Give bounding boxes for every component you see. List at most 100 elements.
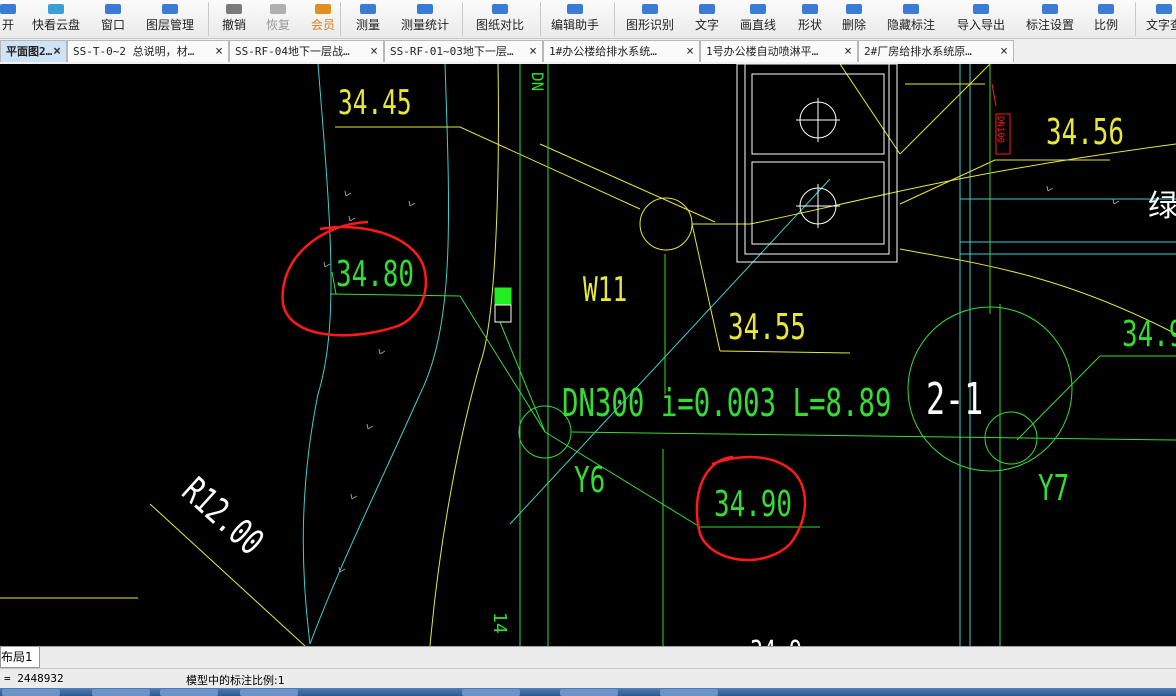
toolbar-button-label: 标注设置 — [1025, 18, 1075, 32]
toolbar-separator — [340, 2, 341, 36]
drawing-tab-label: SS-RF-01~03地下一层… — [390, 45, 514, 58]
undo-icon — [225, 4, 242, 14]
drawing-tab[interactable]: 平面图2… × — [0, 40, 67, 62]
scale-icon — [1097, 4, 1114, 14]
toolbar-button-open[interactable]: 开 — [0, 0, 16, 38]
green-leader-y6b — [459, 295, 546, 433]
taskbar-button[interactable] — [2, 689, 60, 696]
taskbar-button[interactable] — [560, 689, 618, 696]
close-icon[interactable]: × — [370, 41, 378, 62]
cad-drawing[interactable]: 34.45 34.56 34.80 34.55 34.90 34.9 34.9 … — [0, 64, 1176, 646]
toolbar-button-cloud[interactable]: 快看云盘 — [32, 0, 80, 38]
elev-label-bottom: 34.9 — [750, 636, 802, 646]
equipment-box-outer — [736, 64, 898, 263]
yellow-diag-top — [539, 143, 716, 223]
drawing-tab[interactable]: 2#厂房给排水系统原… × — [858, 40, 1014, 62]
toolbar-button-eraser[interactable]: 删除 — [842, 0, 866, 38]
toolbar-button-text[interactable]: 文字 — [695, 0, 719, 38]
toolbar-separator — [614, 2, 615, 36]
toolbar-button-label: 文字 — [694, 18, 720, 32]
toolbar-button-label: 开 — [1, 18, 14, 32]
toolbar-button-label: 快看云盘 — [31, 18, 81, 32]
toolbar-button-label: 撤销 — [221, 18, 247, 32]
yellow-leader-34-56b — [899, 159, 996, 205]
elev-label-34-90: 34.90 — [714, 484, 792, 525]
drawing-canvas[interactable]: 34.45 34.56 34.80 34.55 34.90 34.9 34.9 … — [0, 64, 1176, 646]
os-taskbar — [0, 688, 1176, 696]
drawing-tab-bar: 平面图2… × SS-T-0~2 总说明，材… × SS-RF-04地下一层战… × SS-… — [0, 39, 1176, 65]
taskbar-button[interactable] — [240, 689, 298, 696]
recognize-icon — [641, 4, 658, 14]
layout-tab-bar: 布局1 — [0, 646, 1176, 669]
red-vertical-label: DN100 — [995, 116, 1005, 143]
close-icon[interactable]: × — [1000, 41, 1008, 62]
elev-label-34-55: 34.55 — [728, 307, 806, 348]
annotation-settings-icon — [1041, 4, 1058, 14]
toolbar-button-label: 测量 — [355, 18, 381, 32]
toolbar-button-label: 文字查 — [1146, 18, 1176, 32]
close-icon[interactable]: × — [686, 41, 694, 62]
toolbar-button-label: 会员 — [310, 18, 336, 32]
close-icon[interactable]: × — [844, 41, 852, 62]
toolbar-button-import-export[interactable]: 导入导出 — [957, 0, 1005, 38]
toolbar-button-ruler[interactable]: 测量 — [356, 0, 380, 38]
red-arrow — [991, 83, 997, 107]
toolbar-button-label: 测量统计 — [400, 18, 450, 32]
coordinate-readout: = 2448932 — [4, 672, 64, 685]
close-icon[interactable]: × — [529, 41, 537, 62]
yellow-underline-34-55 — [719, 350, 851, 354]
elev-label-34-56: 34.56 — [1046, 112, 1124, 153]
eraser-icon — [845, 4, 862, 14]
taskbar-button[interactable] — [660, 689, 718, 696]
taskbar-button[interactable] — [462, 689, 520, 696]
green-leader-y6c — [499, 321, 546, 433]
toolbar-button-label: 图层管理 — [145, 18, 195, 32]
toolbar-button-measure-stats[interactable]: 测量统计 — [401, 0, 449, 38]
drawing-tab-label: 1号办公楼自动喷淋平… — [706, 45, 819, 58]
drawing-tab[interactable]: SS-RF-01~03地下一层… × — [384, 40, 543, 62]
window-icon — [104, 4, 121, 14]
yellow-leader-34-55 — [691, 223, 721, 352]
toolbar-button-label: 导入导出 — [956, 18, 1006, 32]
taskbar-button[interactable] — [92, 689, 150, 696]
yellow-line-top-right — [839, 64, 901, 155]
toolbar-button-scale[interactable]: 比例 — [1094, 0, 1118, 38]
close-icon[interactable]: × — [215, 41, 223, 62]
dn-vertical-label: DN — [528, 72, 547, 91]
line-icon — [749, 4, 766, 14]
drawing-tab[interactable]: 1号办公楼自动喷淋平… × — [700, 40, 858, 62]
cyan-curve-1 — [302, 64, 332, 645]
yellow-curve-left — [429, 64, 499, 646]
toolbar-button-text-search[interactable]: 文字查 — [1146, 0, 1176, 38]
drawing-tab-label: SS-T-0~2 总说明，材… — [73, 45, 195, 58]
yellow-line-tr2 — [899, 64, 991, 155]
layout-tab[interactable]: 布局1 — [0, 647, 40, 668]
cloud-icon — [47, 4, 64, 14]
toolbar-button-annotation-settings[interactable]: 标注设置 — [1026, 0, 1074, 38]
toolbar-button-hide-annotation[interactable]: 隐藏标注 — [887, 0, 935, 38]
toolbar-button-vip[interactable]: 会员 — [311, 0, 335, 38]
toolbar-button-layers[interactable]: 图层管理 — [146, 0, 194, 38]
drawing-tab[interactable]: SS-RF-04地下一层战… × — [229, 40, 384, 62]
close-icon[interactable]: × — [53, 41, 61, 62]
toolbar-button-compare[interactable]: 图纸对比 — [476, 0, 524, 38]
toolbar-button-edit-helper[interactable]: 编辑助手 — [551, 0, 599, 38]
toolbar-button-window[interactable]: 窗口 — [101, 0, 125, 38]
toolbar-button-line[interactable]: 画直线 — [740, 0, 776, 38]
green-area-char: 绿 — [1148, 189, 1176, 224]
taskbar-button[interactable] — [160, 689, 218, 696]
measure-stats-icon — [416, 4, 433, 14]
open-icon — [0, 4, 16, 14]
drawing-tab[interactable]: 1#办公楼给排水系统… × — [543, 40, 700, 62]
drawing-tab[interactable]: SS-T-0~2 总说明，材… × — [67, 40, 229, 62]
section-label-2-1: 2-1 — [926, 374, 983, 426]
toolbar-button-redo[interactable]: 恢复 — [266, 0, 290, 38]
toolbar-button-label: 窗口 — [100, 18, 126, 32]
manhole-w11 — [639, 197, 693, 251]
toolbar-button-shape[interactable]: 形状 — [798, 0, 822, 38]
toolbar-button-recognize[interactable]: 图形识别 — [626, 0, 674, 38]
yellow-pipe-2 — [749, 143, 1176, 225]
toolbar-button-label: 编辑助手 — [550, 18, 600, 32]
toolbar-button-undo[interactable]: 撤销 — [222, 0, 246, 38]
layers-icon — [161, 4, 178, 14]
